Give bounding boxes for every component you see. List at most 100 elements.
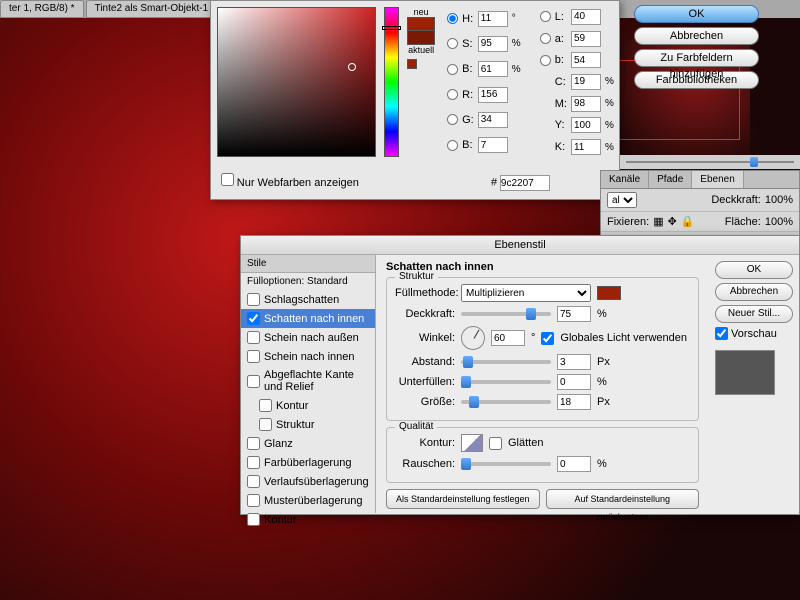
bb-input[interactable] xyxy=(571,52,601,68)
sidebar-schein-aussen[interactable]: Schein nach außen xyxy=(241,328,375,347)
add-swatch-button[interactable]: Zu Farbfeldern hinzufügen xyxy=(634,49,759,67)
reset-default-button[interactable]: Auf Standardeinstellung zurücksetzen xyxy=(546,489,700,509)
ls-cancel-button[interactable]: Abbrechen xyxy=(715,283,793,301)
scheinI-check[interactable] xyxy=(247,350,260,363)
muster-check[interactable] xyxy=(247,494,260,507)
sidebar-schlagschatten[interactable]: Schlagschatten xyxy=(241,290,375,309)
blend-mode-select[interactable]: al xyxy=(607,192,637,208)
struktur-check[interactable] xyxy=(259,418,272,431)
y-input[interactable] xyxy=(571,117,601,133)
angle-unit: ° xyxy=(531,332,535,344)
global-light-check[interactable] xyxy=(541,332,554,345)
k-input[interactable] xyxy=(571,139,601,155)
slider-thumb[interactable] xyxy=(750,157,758,167)
opacity-input[interactable] xyxy=(557,306,591,322)
farb-check[interactable] xyxy=(247,456,260,469)
sidebar-kante[interactable]: Abgeflachte Kante und Relief xyxy=(241,366,375,396)
noise-slider[interactable] xyxy=(461,462,551,466)
web-colors-checkbox[interactable] xyxy=(221,173,234,186)
kante-check[interactable] xyxy=(247,375,260,388)
color-picker-buttons: OK Abbrechen Zu Farbfeldern hinzufügen F… xyxy=(634,5,759,93)
bb-radio[interactable] xyxy=(540,55,551,66)
gradient-marker[interactable] xyxy=(348,63,356,71)
sidebar-kontur[interactable]: Kontur xyxy=(241,396,375,415)
tab-pfade[interactable]: Pfade xyxy=(649,171,692,188)
new-style-button[interactable]: Neuer Stil... xyxy=(715,305,793,323)
kontur-check[interactable] xyxy=(259,399,272,412)
shadow-color-swatch[interactable] xyxy=(597,286,621,300)
lock-pixels-icon[interactable]: ▦ xyxy=(653,215,663,228)
s-input[interactable] xyxy=(478,36,508,52)
sidebar-farbueber[interactable]: Farbüberlagerung xyxy=(241,453,375,472)
a-input[interactable] xyxy=(571,31,601,47)
preview-toggle[interactable]: Vorschau xyxy=(715,327,793,340)
color-libs-button[interactable]: Farbbibliotheken xyxy=(634,71,759,89)
set-default-button[interactable]: Als Standardeinstellung festlegen xyxy=(386,489,540,509)
blend-select[interactable]: Multiplizieren xyxy=(461,284,591,302)
l-radio[interactable] xyxy=(540,11,551,22)
glanz-check[interactable] xyxy=(247,437,260,450)
size-slider[interactable] xyxy=(461,400,551,404)
r-radio[interactable] xyxy=(447,89,458,100)
color-gradient-field[interactable] xyxy=(217,7,376,157)
a-radio[interactable] xyxy=(540,33,551,44)
hue-slider[interactable] xyxy=(384,7,399,157)
contour-swatch[interactable] xyxy=(461,434,483,452)
sidebar-glanz[interactable]: Glanz xyxy=(241,434,375,453)
r-input[interactable] xyxy=(478,87,508,103)
m-input[interactable] xyxy=(571,96,601,112)
choke-slider[interactable] xyxy=(461,380,551,384)
sidebar-schatten-innen[interactable]: Schatten nach innen xyxy=(241,309,375,328)
scheinA-check[interactable] xyxy=(247,331,260,344)
h-radio[interactable] xyxy=(447,13,458,24)
y-label: Y: xyxy=(555,119,567,131)
size-input[interactable] xyxy=(557,394,591,410)
distance-slider[interactable] xyxy=(461,360,551,364)
opacity-slider[interactable] xyxy=(461,312,551,316)
ls-ok-button[interactable]: OK xyxy=(715,261,793,279)
m-unit: % xyxy=(605,98,613,109)
cancel-button[interactable]: Abbrechen xyxy=(634,27,759,45)
lock-all-icon[interactable]: 🔒 xyxy=(681,215,695,228)
antialias-check[interactable] xyxy=(489,437,502,450)
s-radio[interactable] xyxy=(447,38,458,49)
distance-input[interactable] xyxy=(557,354,591,370)
sidebar-schein-innen[interactable]: Schein nach innen xyxy=(241,347,375,366)
web-colors-only[interactable]: Nur Webfarben anzeigen xyxy=(221,173,359,189)
sidebar-struktur[interactable]: Struktur xyxy=(241,415,375,434)
b-label: B: xyxy=(462,63,474,75)
hue-marker[interactable] xyxy=(382,26,401,30)
c-input[interactable] xyxy=(571,74,601,90)
g-label: G: xyxy=(462,114,474,126)
b2-radio[interactable] xyxy=(447,140,458,151)
new-color-swatch[interactable] xyxy=(407,17,435,31)
angle-input[interactable] xyxy=(491,330,525,346)
lock-position-icon[interactable]: ✥ xyxy=(668,215,677,228)
kontur2-check[interactable] xyxy=(247,513,260,526)
hex-input[interactable] xyxy=(500,175,550,191)
schlag-check[interactable] xyxy=(247,293,260,306)
sidebar-muster[interactable]: Musterüberlagerung xyxy=(241,491,375,510)
sidebar-fill-options[interactable]: Fülloptionen: Standard xyxy=(241,273,375,290)
b2-input[interactable] xyxy=(478,137,508,153)
g-radio[interactable] xyxy=(447,114,458,125)
ok-button[interactable]: OK xyxy=(634,5,759,23)
current-color-swatch[interactable] xyxy=(407,31,435,45)
sidebar-verlauf[interactable]: Verlaufsüberlagerung xyxy=(241,472,375,491)
g-input[interactable] xyxy=(478,112,508,128)
b-input[interactable] xyxy=(478,61,508,77)
noise-input[interactable] xyxy=(557,456,591,472)
innen-check[interactable] xyxy=(247,312,260,325)
l-input[interactable] xyxy=(571,9,601,25)
sidebar-kontur2[interactable]: Kontur xyxy=(241,510,375,529)
tab-ebenen[interactable]: Ebenen xyxy=(692,171,743,188)
tab-kanaele[interactable]: Kanäle xyxy=(601,171,649,188)
preview-check[interactable] xyxy=(715,327,728,340)
angle-dial[interactable] xyxy=(461,326,485,350)
verlauf-check[interactable] xyxy=(247,475,260,488)
b-radio[interactable] xyxy=(447,64,458,75)
zoom-slider[interactable] xyxy=(620,155,800,169)
h-input[interactable] xyxy=(478,11,508,27)
choke-input[interactable] xyxy=(557,374,591,390)
doc-tab-1[interactable]: ter 1, RGB/8) * xyxy=(0,0,84,18)
